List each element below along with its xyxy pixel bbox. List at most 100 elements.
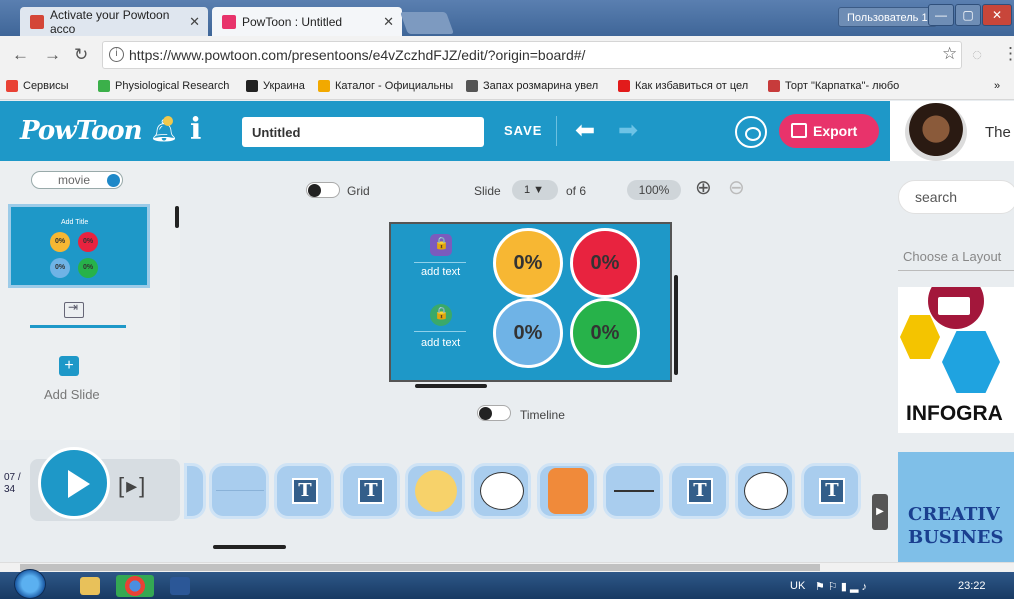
timeline-item-blank[interactable] <box>209 463 269 519</box>
canvas-vertical-scrollbar[interactable] <box>674 275 678 375</box>
close-icon[interactable]: ✕ <box>383 14 394 30</box>
lock-icon[interactable] <box>430 234 452 256</box>
undo-icon[interactable]: ⬅ <box>575 116 595 145</box>
slide-count-label: of 6 <box>566 184 587 198</box>
step-play-button[interactable]: [▸] <box>118 473 147 499</box>
info-icon[interactable]: i <box>109 47 124 62</box>
movie-mode-toggle[interactable]: movie <box>31 171 123 189</box>
more-bookmarks-button[interactable]: » <box>994 80 1000 92</box>
timeline-item-text[interactable]: T <box>669 463 729 519</box>
forward-icon[interactable]: → <box>44 45 61 65</box>
extension-icon[interactable]: ◌ <box>972 45 982 65</box>
timeline-item-text[interactable]: T <box>801 463 861 519</box>
canvas-horizontal-scrollbar[interactable] <box>415 384 487 388</box>
bookmark-apps[interactable]: Сервисы <box>6 80 69 92</box>
tab-powtoon-untitled[interactable]: PowToon : Untitled ✕ <box>212 7 402 36</box>
bookmark-icon <box>98 80 110 92</box>
percent-circle-yellow[interactable]: 0% <box>493 228 563 298</box>
timeline-item-circle[interactable] <box>405 463 465 519</box>
divider-line <box>414 331 466 332</box>
browser-user-button[interactable]: Пользователь 1 <box>838 7 937 27</box>
title-input[interactable] <box>242 117 484 147</box>
close-window-icon[interactable]: ✕ <box>982 4 1012 26</box>
info-icon[interactable]: i <box>190 112 201 147</box>
apps-grid-icon <box>6 80 18 92</box>
slides-scrollbar[interactable] <box>175 206 179 228</box>
bookmark-ukraine[interactable]: Украина <box>246 80 305 92</box>
back-icon[interactable]: ← <box>12 45 29 65</box>
bookmark-rosemary[interactable]: Запах розмарина увел <box>466 80 598 92</box>
timeline-toggle[interactable] <box>477 405 511 421</box>
start-button-icon[interactable] <box>14 569 46 599</box>
menu-icon[interactable]: ⋮ <box>1002 44 1014 64</box>
timeline-item-text[interactable]: T <box>274 463 334 519</box>
slide-transition-icon[interactable] <box>64 300 84 318</box>
slide-number-select[interactable]: 1 ▼ <box>512 180 558 200</box>
star-icon[interactable]: ☆ <box>942 44 957 64</box>
placeholder-line <box>216 490 264 491</box>
play-button[interactable] <box>38 447 110 519</box>
zoom-out-icon[interactable]: ⊖ <box>728 175 745 200</box>
grid-toggle[interactable] <box>306 182 340 198</box>
tray-icons[interactable]: ⚑ ⚐ ▮ ▂ ♪ <box>815 580 867 593</box>
close-icon[interactable]: ✕ <box>189 14 200 30</box>
timeline-item-lock[interactable] <box>537 463 597 519</box>
bookmark-cake[interactable]: Торт "Карпатка"- любо <box>768 80 899 92</box>
add-text-label[interactable]: add text <box>421 337 460 349</box>
slide-selection-indicator <box>30 325 126 328</box>
language-indicator[interactable]: UK <box>790 580 805 592</box>
zoom-level[interactable]: 100% <box>627 180 681 200</box>
timeline-scrollbar[interactable] <box>213 545 286 549</box>
powtoon-logo[interactable]: PowToon <box>20 116 143 146</box>
timeline-item-blank[interactable] <box>184 463 206 519</box>
timeline-item-text[interactable]: T <box>340 463 400 519</box>
minimize-icon[interactable]: — <box>928 4 954 26</box>
divider-line <box>414 262 466 263</box>
tab-activate-powtoon[interactable]: Activate your Powtoon acco ✕ <box>20 7 208 36</box>
percent-circle-red[interactable]: 0% <box>570 228 640 298</box>
preview-eye-icon[interactable] <box>735 116 767 148</box>
truck-icon <box>938 297 970 315</box>
url-field[interactable]: i https://www.powtoon.com/presentoons/e4… <box>102 41 962 69</box>
choose-layout-select[interactable]: Choose a Layout <box>898 245 1014 271</box>
globe-lock-icon[interactable] <box>430 304 452 326</box>
gmail-icon <box>30 14 44 29</box>
search-input[interactable]: search <box>898 180 1014 214</box>
bookmark-label: Сервисы <box>23 80 69 92</box>
creative-business-title: CREATIV BUSINES <box>908 503 1004 549</box>
chrome-icon[interactable] <box>116 575 154 597</box>
add-slide-button[interactable]: + <box>59 356 79 376</box>
new-tab-button[interactable] <box>399 12 455 34</box>
export-button[interactable]: Export <box>779 114 879 148</box>
clock[interactable]: 23:22 <box>958 580 986 592</box>
add-slide-label[interactable]: Add Slide <box>44 387 100 402</box>
scrollbar-thumb[interactable] <box>20 564 820 571</box>
percent-circle-blue[interactable]: 0% <box>493 298 563 368</box>
notification-dot <box>163 116 173 126</box>
thumbnail-circle: 0% <box>50 258 70 278</box>
page-horizontal-scrollbar[interactable] <box>0 562 1014 572</box>
timeline-item-line[interactable] <box>603 463 663 519</box>
maximize-icon[interactable]: ▢ <box>955 4 981 26</box>
timeline-next-arrow[interactable]: ▶ <box>872 494 888 530</box>
add-text-label[interactable]: add text <box>421 266 460 278</box>
save-button[interactable]: SAVE <box>504 123 542 138</box>
time-current: 07 / <box>4 472 21 483</box>
slide-number: 1 <box>524 184 531 196</box>
file-explorer-icon[interactable] <box>80 577 100 595</box>
creative-line-1: CREATIV <box>908 504 1000 525</box>
bookmark-icon <box>768 80 780 92</box>
people-hex-icon <box>942 331 1000 393</box>
bookmark-catalog[interactable]: Каталог - Официальны <box>318 80 453 92</box>
zoom-in-icon[interactable]: ⊕ <box>695 175 712 200</box>
avatar[interactable] <box>905 103 967 161</box>
timeline-item-bubble[interactable] <box>471 463 531 519</box>
percent-circle-green[interactable]: 0% <box>570 298 640 368</box>
timeline-item-bubble[interactable] <box>735 463 795 519</box>
bookmark-cellulite[interactable]: Как избавиться от цел <box>618 80 748 92</box>
bookmark-label: Как избавиться от цел <box>635 80 749 92</box>
reload-icon[interactable]: ↻ <box>74 45 88 65</box>
bookmark-physiological[interactable]: Physiological Research <box>98 80 229 92</box>
redo-icon[interactable]: ➡ <box>618 116 638 145</box>
word-icon[interactable] <box>170 577 190 595</box>
